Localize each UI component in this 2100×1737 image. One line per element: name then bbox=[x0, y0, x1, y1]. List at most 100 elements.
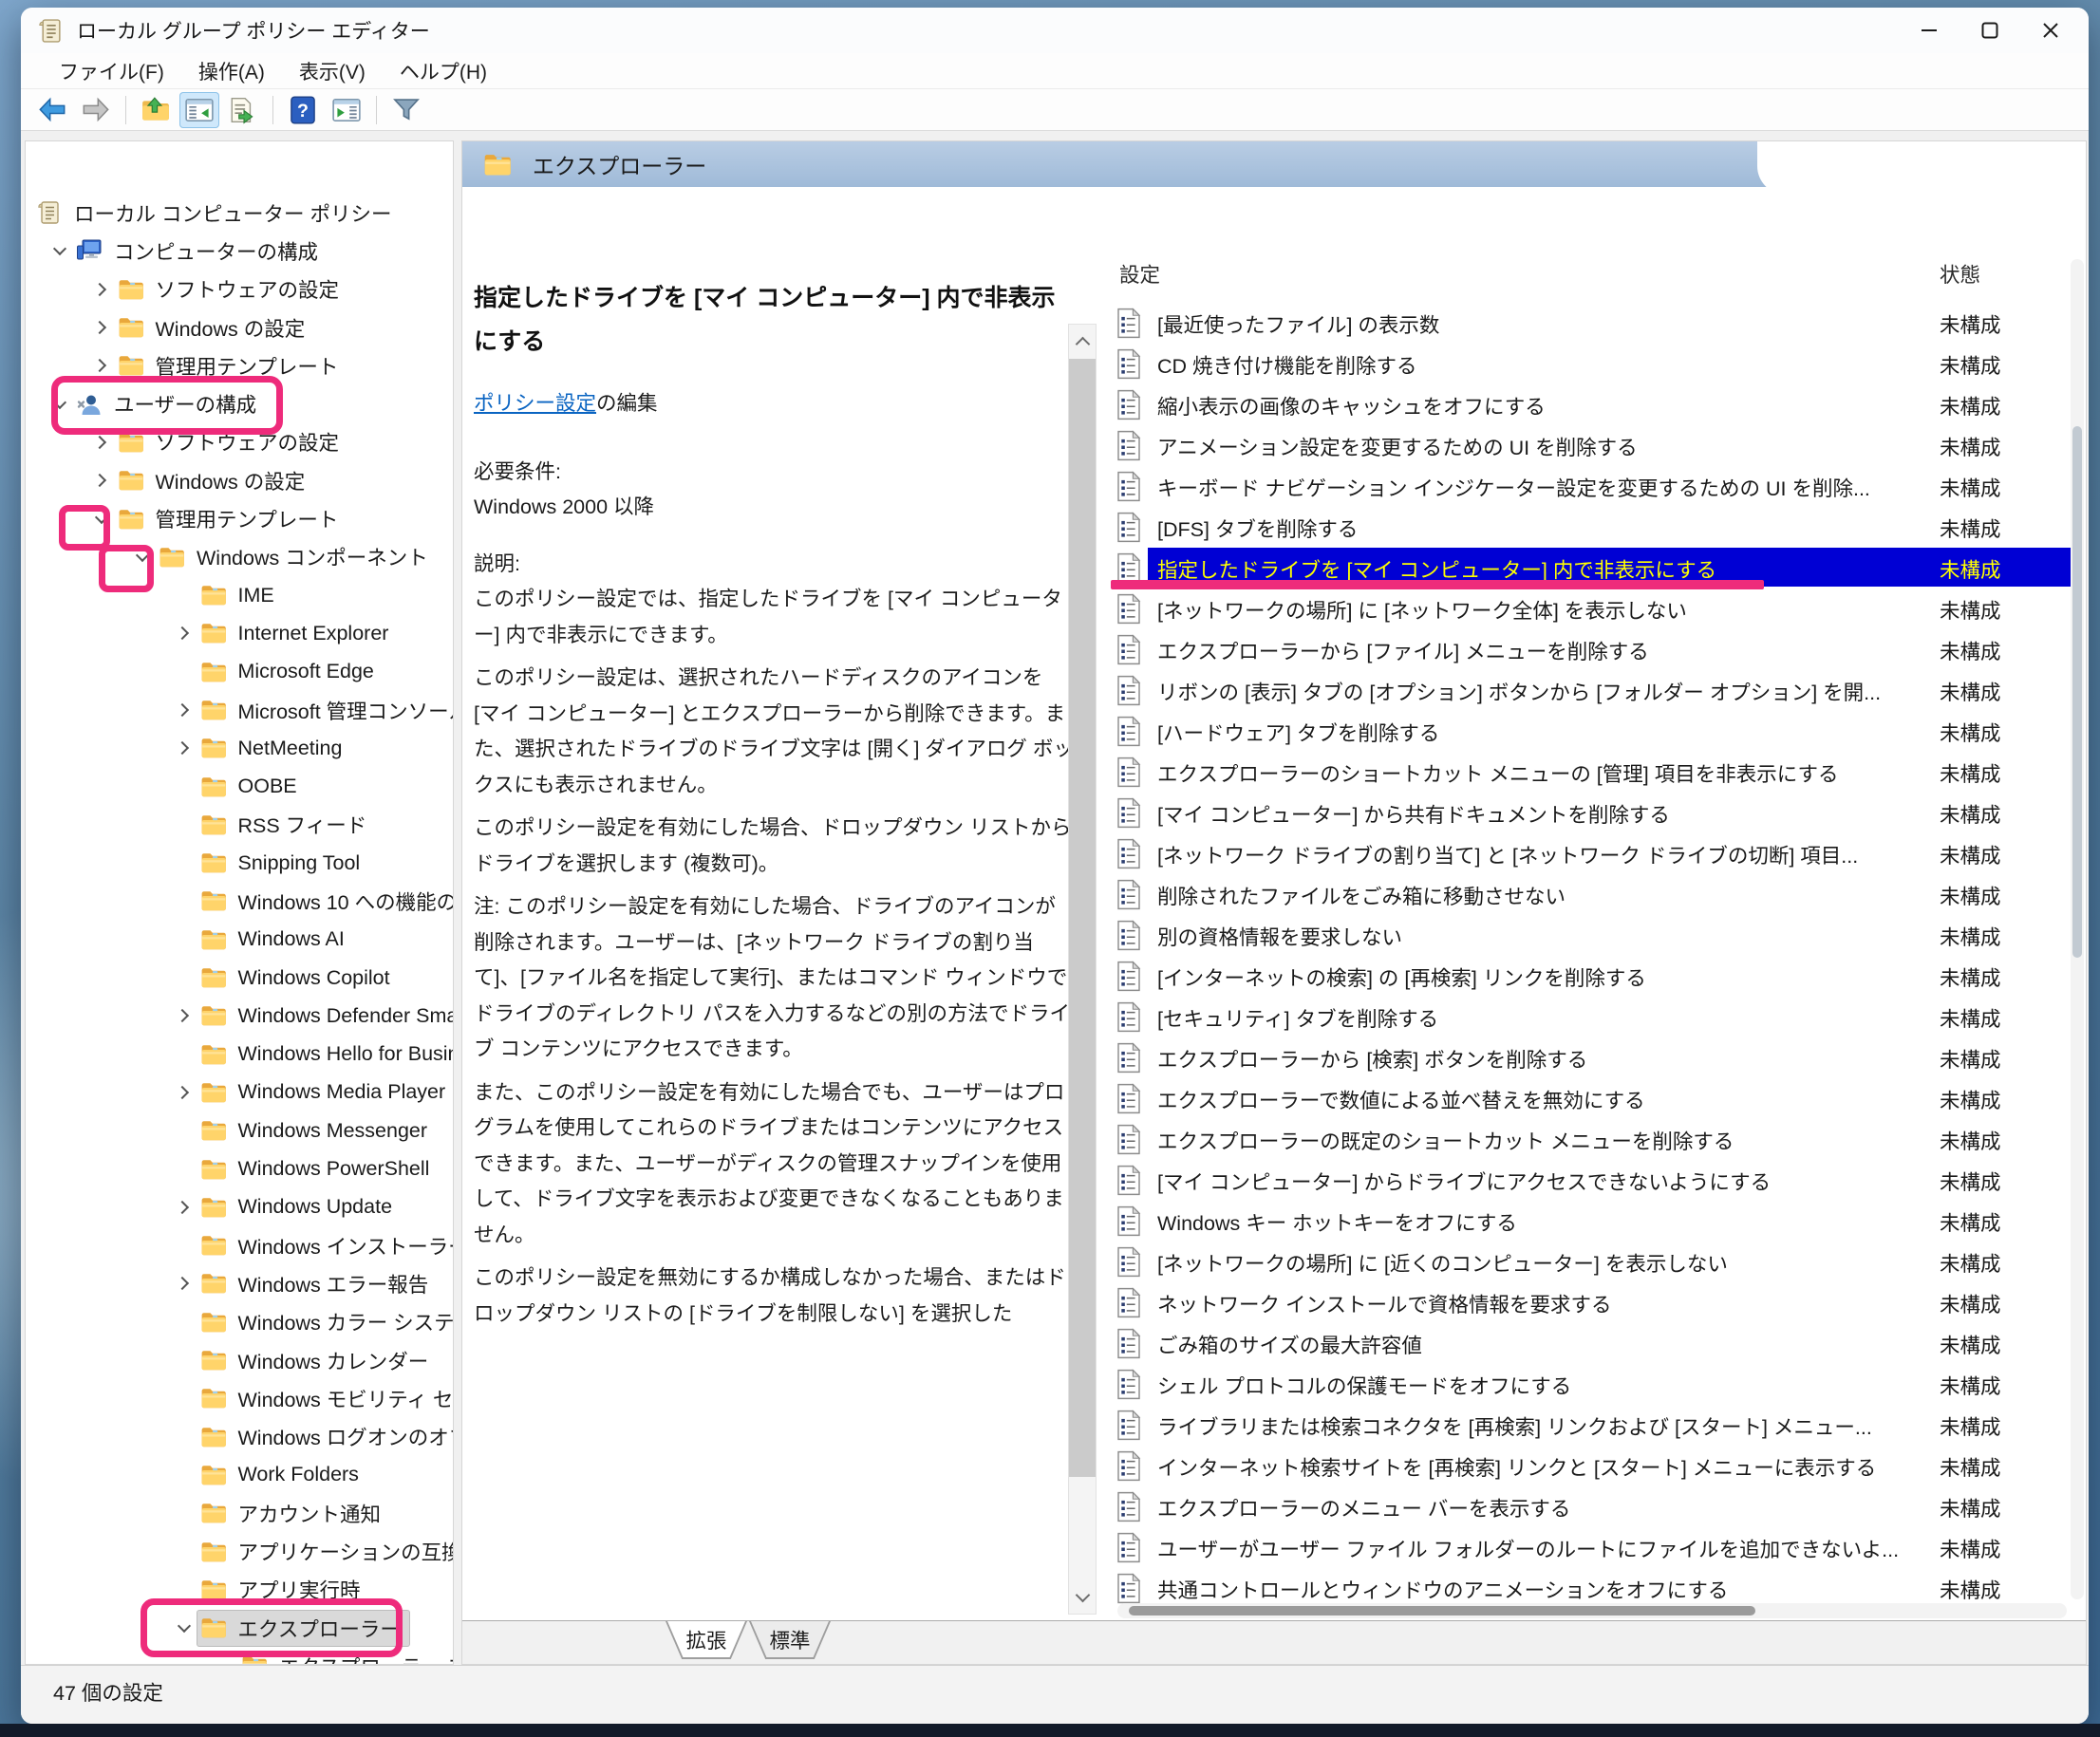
expander-icon[interactable] bbox=[171, 705, 197, 715]
expander-icon[interactable] bbox=[88, 476, 115, 485]
setting-row[interactable]: [DFS] タブを削除する未構成 bbox=[1112, 507, 2072, 548]
setting-row[interactable]: Windows キー ホットキーをオフにする未構成 bbox=[1112, 1201, 2072, 1242]
tree-item[interactable]: Windows Media Player bbox=[26, 1074, 453, 1111]
setting-row[interactable]: [ネットワークの場所] に [ネットワーク全体] を表示しない未構成 bbox=[1112, 588, 2072, 629]
tree-item[interactable]: Windows カラー システム bbox=[26, 1303, 453, 1341]
setting-row[interactable]: CD 焼き付け機能を削除する未構成 bbox=[1112, 344, 2072, 384]
tree-item[interactable]: Work Folders bbox=[26, 1456, 453, 1494]
setting-row[interactable]: エクスプローラーから [ファイル] メニューを削除する未構成 bbox=[1112, 629, 2072, 670]
tree-item[interactable]: アプリケーションの互換性 bbox=[26, 1532, 453, 1570]
tree-item[interactable]: Windows コンポーネント bbox=[26, 538, 453, 576]
tree-item[interactable]: Windows 10 への機能の追加 bbox=[26, 882, 453, 920]
expander-icon[interactable] bbox=[171, 743, 197, 753]
list-vertical-scrollbar[interactable] bbox=[2071, 259, 2084, 1599]
tree-item[interactable]: Microsoft 管理コンソール bbox=[26, 691, 453, 729]
tree-item[interactable]: 管理用テンプレート bbox=[26, 499, 453, 537]
tree-item[interactable]: コンピューターの構成 bbox=[26, 232, 453, 270]
tree-item[interactable]: Snipping Tool bbox=[26, 844, 453, 882]
tree-item[interactable]: Windows インストーラー bbox=[26, 1226, 453, 1264]
list-horizontal-scrollbar[interactable] bbox=[1117, 1603, 2067, 1618]
tree-item[interactable]: エクスプローラー フレーム ウィンドウ bbox=[26, 1647, 453, 1665]
scroll-up-icon[interactable] bbox=[1069, 327, 1096, 355]
column-header-settings[interactable]: 設定 bbox=[1119, 259, 1160, 289]
tree-item[interactable]: Windows ログオンのオプション bbox=[26, 1418, 453, 1456]
close-button[interactable] bbox=[2020, 8, 2081, 53]
tree-item[interactable]: Internet Explorer bbox=[26, 614, 453, 652]
setting-row[interactable]: [ネットワークの場所] に [近くのコンピューター] を表示しない未構成 bbox=[1112, 1242, 2072, 1282]
expander-icon[interactable] bbox=[88, 516, 115, 522]
setting-row[interactable]: 縮小表示の画像のキャッシュをオフにする未構成 bbox=[1112, 384, 2072, 425]
setting-row[interactable]: 指定したドライブを [マイ コンピューター] 内で非表示にする未構成 bbox=[1112, 548, 2072, 588]
expander-icon[interactable] bbox=[171, 628, 197, 638]
setting-row[interactable]: [最近使ったファイル] の表示数未構成 bbox=[1112, 303, 2072, 344]
tree-item[interactable]: Windows Update bbox=[26, 1188, 453, 1226]
setting-row[interactable]: エクスプローラーの既定のショートカット メニューを削除する未構成 bbox=[1112, 1119, 2072, 1160]
tree-item[interactable]: RSS フィード bbox=[26, 806, 453, 844]
tab-extended[interactable]: 拡張 bbox=[666, 1621, 747, 1659]
tree-item[interactable]: Windows PowerShell bbox=[26, 1149, 453, 1187]
tree-item[interactable]: Windows Hello for Business bbox=[26, 1036, 453, 1074]
scrollbar-thumb[interactable] bbox=[1069, 359, 1096, 1477]
setting-row[interactable]: [ネットワーク ドライブの割り当て] と [ネットワーク ドライブの切断] 項目… bbox=[1112, 833, 2072, 874]
setting-row[interactable]: エクスプローラーで数値による並べ替えを無効にする未構成 bbox=[1112, 1078, 2072, 1119]
action-pane-button[interactable] bbox=[327, 92, 366, 128]
scroll-down-icon[interactable] bbox=[1069, 1583, 1096, 1612]
back-button[interactable] bbox=[32, 92, 72, 128]
expander-icon[interactable] bbox=[47, 248, 73, 253]
description-scrollbar[interactable] bbox=[1068, 324, 1097, 1615]
expander-icon[interactable] bbox=[171, 1011, 197, 1020]
setting-row[interactable]: リボンの [表示] タブの [オプション] ボタンから [フォルダー オプション… bbox=[1112, 670, 2072, 711]
tree-item[interactable]: ソフトウェアの設定 bbox=[26, 271, 453, 308]
setting-row[interactable]: [インターネットの検索] の [再検索] リンクを削除する未構成 bbox=[1112, 956, 2072, 997]
help-button[interactable]: ? bbox=[283, 92, 323, 128]
tree-item[interactable]: OOBE bbox=[26, 767, 453, 805]
titlebar[interactable]: ローカル グループ ポリシー エディター bbox=[21, 8, 2089, 53]
expander-icon[interactable] bbox=[88, 361, 115, 370]
setting-row[interactable]: 別の資格情報を要求しない未構成 bbox=[1112, 915, 2072, 956]
expander-icon[interactable] bbox=[88, 285, 115, 294]
setting-row[interactable]: エクスプローラーのショートカット メニューの [管理] 項目を非表示にする未構成 bbox=[1112, 752, 2072, 793]
setting-row[interactable]: ごみ箱のサイズの最大許容値未構成 bbox=[1112, 1323, 2072, 1364]
tree-item[interactable]: Microsoft Edge bbox=[26, 653, 453, 691]
setting-row[interactable]: ネットワーク インストールで資格情報を要求する未構成 bbox=[1112, 1282, 2072, 1323]
tree-item[interactable]: Windows エラー報告 bbox=[26, 1264, 453, 1302]
tree-item[interactable]: ローカル コンピューター ポリシー bbox=[26, 194, 453, 232]
setting-row[interactable]: [マイ コンピューター] から共有ドキュメントを削除する未構成 bbox=[1112, 793, 2072, 833]
up-one-level-button[interactable] bbox=[136, 92, 176, 128]
setting-row[interactable]: 削除されたファイルをごみ箱に移動させない未構成 bbox=[1112, 874, 2072, 915]
setting-row[interactable]: エクスプローラーから [検索] ボタンを削除する未構成 bbox=[1112, 1037, 2072, 1078]
setting-row[interactable]: シェル プロトコルの保護モードをオフにする未構成 bbox=[1112, 1364, 2072, 1405]
edit-policy-link[interactable]: ポリシー設定 bbox=[474, 392, 596, 415]
column-header-status[interactable]: 状態 bbox=[1940, 259, 1980, 289]
setting-row[interactable]: [マイ コンピューター] からドライブにアクセスできないようにする未構成 bbox=[1112, 1160, 2072, 1201]
tree-item[interactable]: Windows Defender SmartScreen bbox=[26, 997, 453, 1035]
setting-row[interactable]: キーボード ナビゲーション インジケーター設定を変更するための UI を削除..… bbox=[1112, 466, 2072, 507]
console-tree-button[interactable] bbox=[179, 92, 219, 128]
expander-icon[interactable] bbox=[129, 554, 156, 560]
setting-row[interactable]: インターネット検索サイトを [再検索] リンクと [スタート] メニューに表示す… bbox=[1112, 1446, 2072, 1486]
filter-button[interactable] bbox=[386, 92, 426, 128]
tree-item[interactable]: Windows AI bbox=[26, 921, 453, 959]
setting-row[interactable]: エクスプローラーのメニュー バーを表示する未構成 bbox=[1112, 1486, 2072, 1527]
expander-icon[interactable] bbox=[88, 323, 115, 332]
tree-item[interactable]: アプリ実行時 bbox=[26, 1571, 453, 1609]
expander-icon[interactable] bbox=[47, 402, 73, 407]
scrollbar-thumb[interactable] bbox=[1129, 1606, 1755, 1616]
forward-button[interactable] bbox=[76, 92, 116, 128]
tree-item[interactable]: IME bbox=[26, 576, 453, 614]
setting-row[interactable]: [セキュリティ] タブを削除する未構成 bbox=[1112, 997, 2072, 1037]
setting-row[interactable]: ライブラリまたは検索コネクタを [再検索] リンクおよび [スタート] メニュー… bbox=[1112, 1405, 2072, 1446]
tree-item[interactable]: ソフトウェアの設定 bbox=[26, 423, 453, 461]
menu-item[interactable]: ヘルプ(H) bbox=[383, 57, 504, 85]
tree-item[interactable]: アカウント通知 bbox=[26, 1494, 453, 1532]
expander-icon[interactable] bbox=[88, 438, 115, 447]
expander-icon[interactable] bbox=[171, 1279, 197, 1288]
expander-icon[interactable] bbox=[171, 1203, 197, 1212]
tree-item[interactable]: 管理用テンプレート bbox=[26, 346, 453, 384]
menu-item[interactable]: 操作(A) bbox=[181, 57, 282, 85]
tree-item[interactable]: NetMeeting bbox=[26, 729, 453, 767]
tree-item[interactable]: ユーザーの構成 bbox=[26, 384, 453, 422]
tree-item[interactable]: Windows の設定 bbox=[26, 308, 453, 346]
tree-item[interactable]: エクスプローラー bbox=[26, 1609, 453, 1647]
scrollbar-thumb[interactable] bbox=[2072, 426, 2082, 958]
